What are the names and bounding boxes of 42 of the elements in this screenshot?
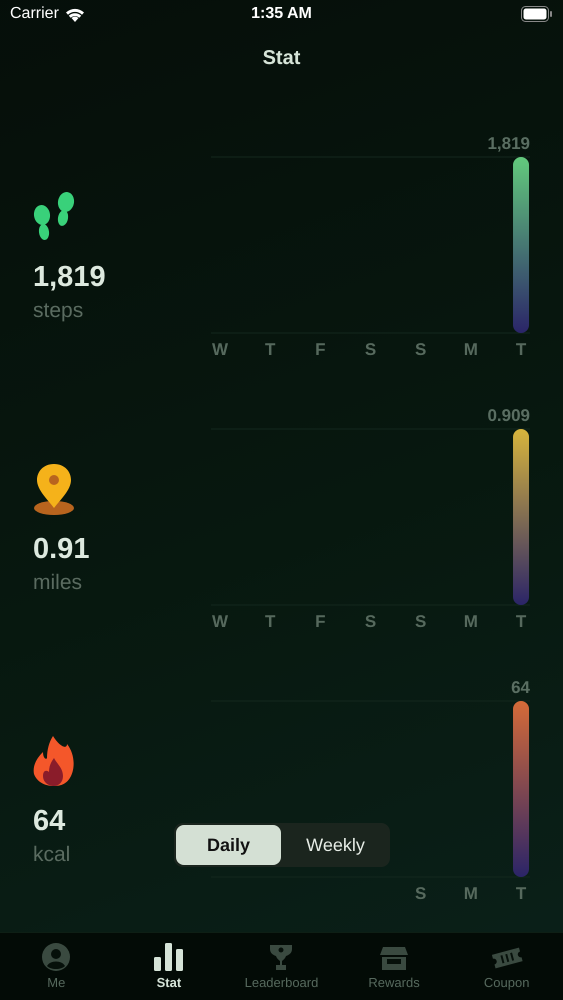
metric-unit: miles [33, 570, 82, 596]
tab-item[interactable]: Me [0, 933, 113, 1000]
day-label: T [516, 884, 526, 903]
day-label: S [364, 612, 376, 631]
metric-value: 64 [33, 804, 66, 838]
max-value-label: 64 [511, 678, 530, 697]
day-label: T [264, 340, 276, 359]
day-label: M [464, 884, 478, 903]
screen-title: Stat [262, 46, 300, 70]
wifi-icon [64, 6, 85, 22]
day-label: T [516, 340, 526, 359]
day-label: T [516, 612, 526, 631]
period-option[interactable]: Daily [176, 825, 281, 865]
day-label: S [415, 340, 426, 359]
day-label: F [315, 612, 326, 631]
metric-value: 0.91 [33, 532, 90, 566]
tab-item[interactable]: Coupon [450, 933, 563, 1000]
metric-unit: steps [33, 298, 84, 324]
profile-icon [42, 943, 70, 971]
tab-item[interactable]: Rewards [338, 933, 450, 1000]
battery-icon [521, 6, 553, 22]
clock-time: 1:35 AM [251, 5, 312, 23]
day-label: S [364, 340, 376, 359]
day-label: M [464, 612, 478, 631]
metric-value: 1,819 [33, 260, 106, 294]
flame-icon [33, 734, 75, 788]
day-label: W [212, 612, 228, 631]
day-label: F [315, 340, 326, 359]
bar-chart-icon [154, 943, 184, 971]
map-pin-icon [33, 462, 75, 516]
day-label: S [415, 884, 426, 903]
day-label: T [264, 612, 276, 631]
max-value-label: 1,819 [487, 134, 530, 153]
carrier-name: Carrier [10, 5, 59, 23]
day-label: W [212, 340, 228, 359]
max-value-label: 0.909 [487, 406, 530, 425]
tab-item[interactable]: Leaderboard [225, 933, 338, 1000]
day-label: S [415, 612, 426, 631]
tab-item[interactable]: Stat [112, 933, 226, 1000]
day-label: M [464, 340, 478, 359]
metric-unit: kcal [33, 842, 70, 868]
period-option[interactable]: Weekly [283, 825, 388, 865]
